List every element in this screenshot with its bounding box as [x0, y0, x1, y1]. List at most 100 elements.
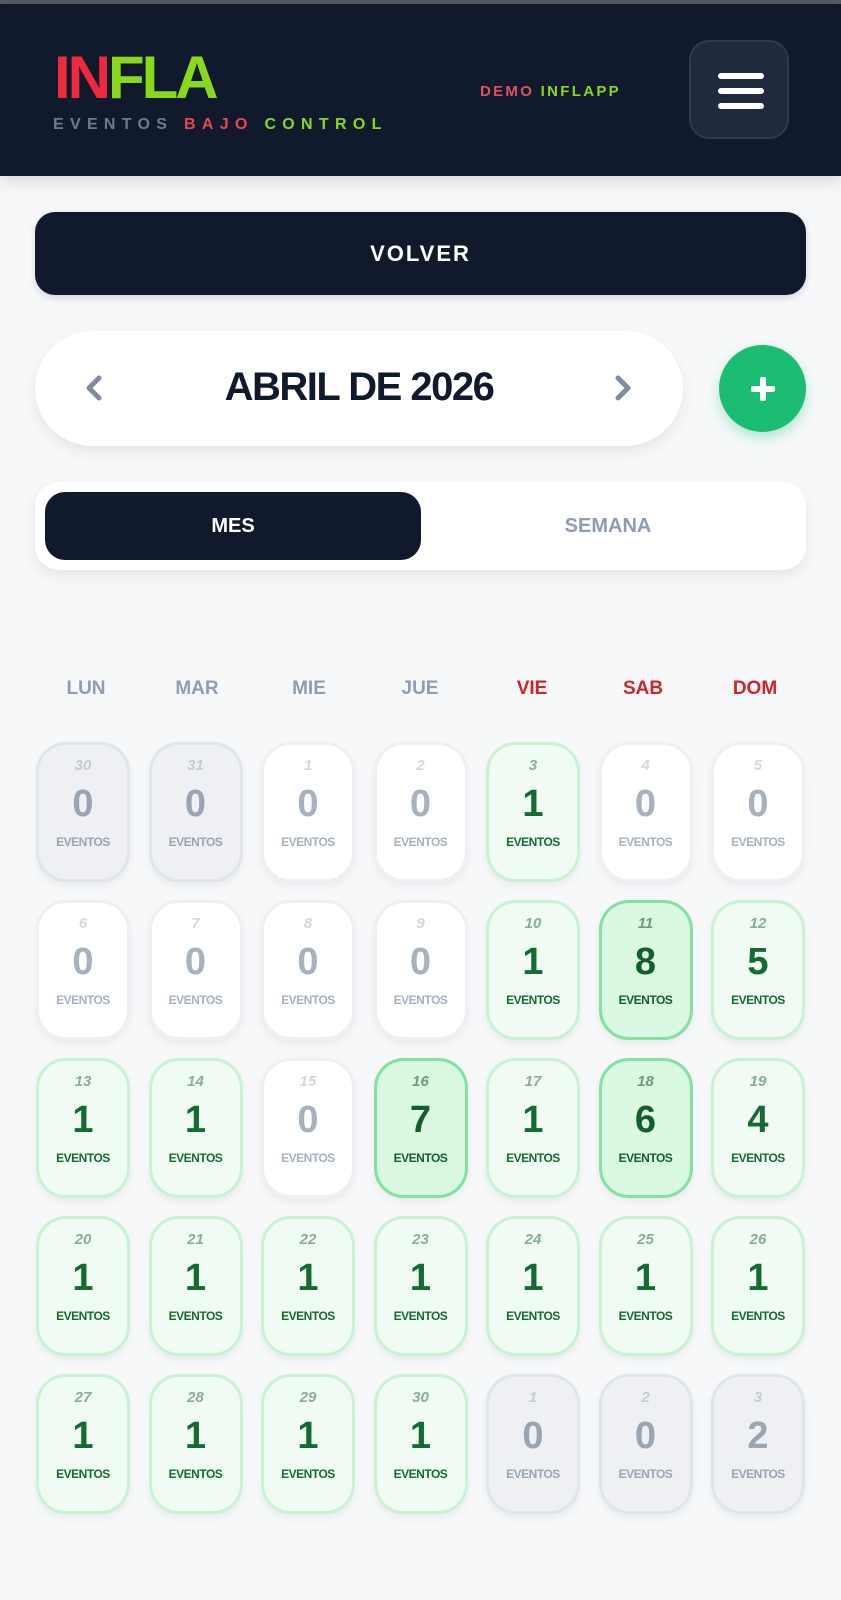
events-label: EVENTOS	[731, 835, 785, 849]
calendar-day-cell[interactable]: 11 8 EVENTOS	[598, 900, 693, 1040]
events-label: EVENTOS	[168, 1309, 223, 1323]
event-count: 1	[522, 1257, 544, 1299]
account-name-part-2: INFLAPP	[540, 83, 621, 100]
day-number: 31	[187, 757, 204, 774]
day-number: 8	[303, 915, 313, 932]
events-label: EVENTOS	[281, 835, 335, 849]
app-logo[interactable]: INFLA	[54, 48, 219, 108]
events-label: EVENTOS	[393, 835, 448, 849]
events-label: EVENTOS	[731, 1309, 785, 1323]
calendar-day-cell[interactable]: 30 1 EVENTOS	[373, 1374, 468, 1514]
event-count: 0	[297, 1099, 319, 1141]
events-label: EVENTOS	[56, 1467, 110, 1481]
calendar-day-cell[interactable]: 31 0 EVENTOS	[148, 742, 243, 882]
events-label: EVENTOS	[618, 1467, 673, 1481]
calendar-day-cell[interactable]: 6 0 EVENTOS	[36, 900, 130, 1040]
calendar-day-cell[interactable]: 4 0 EVENTOS	[598, 742, 693, 882]
back-button[interactable]: VOLVER	[35, 212, 806, 295]
calendar-day-cell[interactable]: 3 1 EVENTOS	[486, 742, 580, 882]
day-number: 3	[753, 1389, 763, 1406]
calendar-day-cell[interactable]: 21 1 EVENTOS	[148, 1216, 243, 1356]
day-number: 28	[187, 1389, 204, 1406]
calendar-day-cell[interactable]: 28 1 EVENTOS	[148, 1374, 243, 1514]
calendar-day-cell[interactable]: 25 1 EVENTOS	[598, 1216, 693, 1356]
calendar-day-cell[interactable]: 15 0 EVENTOS	[261, 1058, 355, 1198]
logo-part-in: IN	[54, 44, 111, 111]
calendar-day-cell[interactable]: 20 1 EVENTOS	[36, 1216, 130, 1356]
events-label: EVENTOS	[506, 835, 560, 849]
calendar-day-cell[interactable]: 19 4 EVENTOS	[711, 1058, 805, 1198]
calendar-day-cell[interactable]: 7 0 EVENTOS	[148, 900, 243, 1040]
event-count: 4	[747, 1099, 769, 1141]
calendar-day-cell[interactable]: 26 1 EVENTOS	[711, 1216, 805, 1356]
event-count: 1	[522, 1099, 544, 1141]
events-label: EVENTOS	[506, 1309, 560, 1323]
calendar-day-cell[interactable]: 13 1 EVENTOS	[36, 1058, 130, 1198]
events-label: EVENTOS	[506, 1467, 560, 1481]
next-month-button[interactable]	[607, 373, 637, 403]
day-number: 19	[749, 1073, 767, 1090]
day-number: 16	[412, 1073, 429, 1090]
event-count: 0	[747, 783, 769, 825]
calendar-day-cell[interactable]: 14 1 EVENTOS	[148, 1058, 243, 1198]
tab-month[interactable]: MES	[45, 492, 421, 560]
calendar-day-cell[interactable]: 23 1 EVENTOS	[373, 1216, 468, 1356]
calendar-day-cell[interactable]: 27 1 EVENTOS	[36, 1374, 130, 1514]
calendar-day-cell[interactable]: 2 0 EVENTOS	[598, 1374, 693, 1514]
day-number: 5	[753, 757, 763, 774]
events-label: EVENTOS	[506, 993, 560, 1007]
events-label: EVENTOS	[618, 1309, 673, 1323]
event-count: 0	[184, 783, 207, 825]
event-count: 0	[72, 941, 94, 983]
events-label: EVENTOS	[168, 1467, 223, 1481]
calendar-day-cell[interactable]: 9 0 EVENTOS	[373, 900, 468, 1040]
calendar-day-cell[interactable]: 24 1 EVENTOS	[486, 1216, 580, 1356]
event-count: 0	[409, 783, 432, 825]
calendar-day-cell[interactable]: 8 0 EVENTOS	[261, 900, 355, 1040]
event-count: 0	[72, 783, 94, 825]
events-label: EVENTOS	[56, 993, 110, 1007]
event-count: 2	[747, 1415, 769, 1457]
calendar-day-cell[interactable]: 2 0 EVENTOS	[373, 742, 468, 882]
calendar-day-cell[interactable]: 29 1 EVENTOS	[261, 1374, 355, 1514]
calendar-day-cell[interactable]: 1 0 EVENTOS	[261, 742, 355, 882]
event-count: 5	[747, 941, 769, 983]
events-label: EVENTOS	[506, 1151, 560, 1165]
calendar-day-cell[interactable]: 10 1 EVENTOS	[486, 900, 580, 1040]
event-count: 8	[634, 941, 657, 983]
calendar-day-cell[interactable]: 30 0 EVENTOS	[36, 742, 130, 882]
app-tagline: EVENTOS BAJO CONTROL	[53, 117, 388, 133]
calendar-day-cell[interactable]: 17 1 EVENTOS	[486, 1058, 580, 1198]
events-label: EVENTOS	[281, 1151, 335, 1165]
day-number: 21	[187, 1231, 204, 1248]
weekday-label-weekend: SAB	[622, 678, 664, 699]
calendar-day-cell[interactable]: 1 0 EVENTOS	[486, 1374, 580, 1514]
view-toggle: MES SEMANA	[35, 482, 806, 570]
add-event-button[interactable]	[719, 345, 806, 432]
calendar-day-cell[interactable]: 3 2 EVENTOS	[711, 1374, 805, 1514]
calendar-day-cell[interactable]: 12 5 EVENTOS	[711, 900, 805, 1040]
app-header: INFLA EVENTOS BAJO CONTROL DEMO INFLAPP	[0, 4, 841, 176]
calendar-day-cell[interactable]: 5 0 EVENTOS	[711, 742, 805, 882]
events-label: EVENTOS	[393, 1151, 448, 1165]
event-count: 1	[72, 1099, 94, 1141]
calendar-day-cell[interactable]: 22 1 EVENTOS	[261, 1216, 355, 1356]
events-label: EVENTOS	[56, 1151, 110, 1165]
weekday-label: MAR	[175, 678, 219, 699]
calendar-day-cell[interactable]: 18 6 EVENTOS	[598, 1058, 693, 1198]
menu-button[interactable]	[689, 40, 789, 139]
day-number: 1	[303, 757, 313, 774]
events-label: EVENTOS	[168, 993, 223, 1007]
day-number: 3	[528, 757, 538, 774]
day-number: 20	[74, 1231, 92, 1248]
day-number: 26	[749, 1231, 767, 1248]
day-number: 23	[412, 1231, 429, 1248]
day-number: 10	[524, 915, 542, 932]
calendar-day-cell[interactable]: 16 7 EVENTOS	[373, 1058, 468, 1198]
event-count: 1	[409, 1415, 432, 1457]
events-label: EVENTOS	[618, 993, 673, 1007]
events-label: EVENTOS	[168, 1151, 223, 1165]
tab-week[interactable]: SEMANA	[420, 492, 796, 560]
events-label: EVENTOS	[393, 1309, 448, 1323]
events-label: EVENTOS	[731, 1151, 785, 1165]
